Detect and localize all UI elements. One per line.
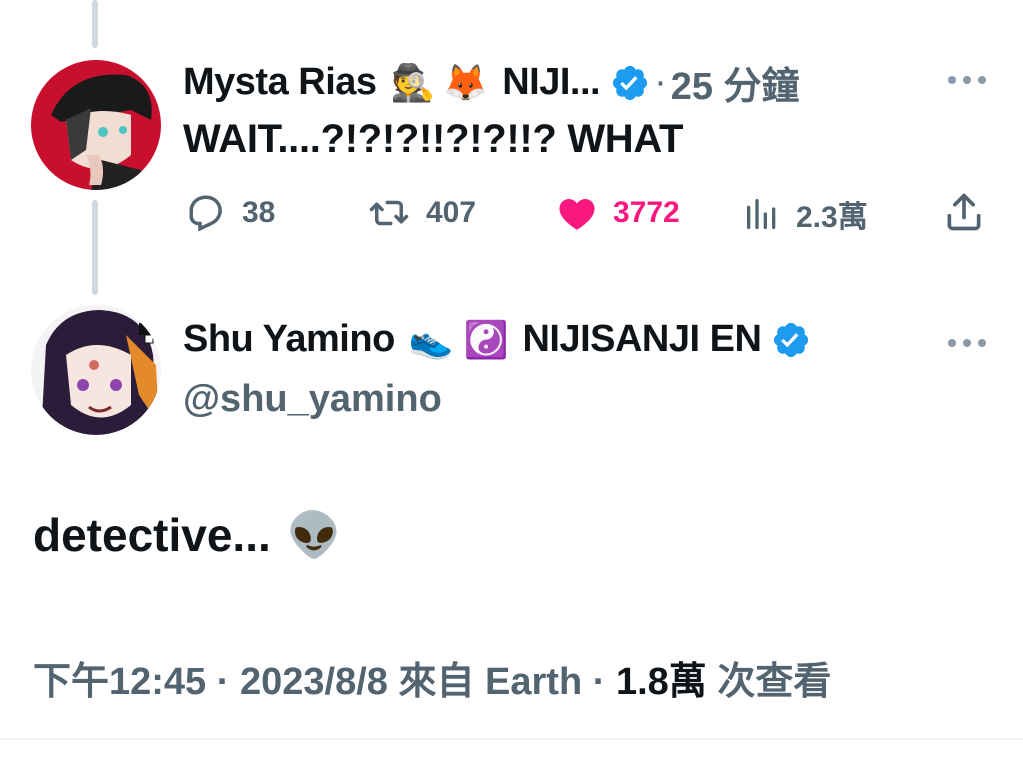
detective-emoji: 🕵️ <box>390 62 436 104</box>
views-bar-chart-icon <box>747 199 776 229</box>
verified-badge-icon <box>612 65 648 100</box>
like-count: 3772 <box>613 196 680 229</box>
tweet-views-count: 1.8萬 <box>615 661 707 703</box>
shoe-emoji: 👟 <box>408 319 454 361</box>
reply-more-icon[interactable] <box>948 76 986 84</box>
meta-dot-1: · <box>216 661 230 703</box>
tweet-time[interactable]: 下午12:45 <box>33 661 206 703</box>
tweet-meta: 下午12:45 · 2023/8/8 來自 Earth · 1.8萬 次查看 <box>33 650 831 705</box>
reply-button[interactable]: 38 <box>186 192 275 234</box>
share-button[interactable] <box>942 190 1000 234</box>
thread-line-bottom <box>92 200 98 295</box>
reply-display-name[interactable]: Mysta Rias <box>183 61 377 104</box>
views-button[interactable]: 2.3萬 <box>742 192 868 236</box>
reply-name-suffix[interactable]: NIJI... <box>502 61 600 104</box>
tweet-views-label: 次查看 <box>717 661 832 703</box>
main-display-name[interactable]: Shu Yamino <box>183 318 395 361</box>
avatar-mysta[interactable] <box>31 60 161 190</box>
tweet-date[interactable]: 2023/8/8 <box>240 661 388 703</box>
like-button[interactable]: 3772 <box>555 192 680 234</box>
heart-icon <box>559 199 595 230</box>
retweet-button[interactable]: 407 <box>366 192 476 234</box>
main-handle[interactable]: @shu_yamino <box>183 378 442 421</box>
main-more-icon[interactable] <box>948 339 986 347</box>
views-count: 2.3萬 <box>796 201 868 234</box>
reply-text: WAIT....?!?!?!!?!?!!? WHAT <box>183 117 684 161</box>
main-tweet-text-row: detective... 👽 <box>33 508 342 562</box>
share-icon <box>947 193 981 231</box>
verified-badge-icon <box>774 322 809 357</box>
fox-emoji: 🦊 <box>443 62 489 104</box>
reply-count: 38 <box>242 196 276 229</box>
avatar-shu[interactable] <box>31 305 161 435</box>
divider <box>0 738 1023 740</box>
retweet-count: 407 <box>426 196 477 229</box>
reply-header: Mysta Rias 🕵️ 🦊 NIJI... · 25 分鐘 <box>183 55 800 110</box>
tweet-source: 來自 Earth <box>398 661 583 703</box>
meta-dot-2: · <box>592 661 606 703</box>
thread-line-top <box>92 0 98 48</box>
reply-icon <box>189 195 222 232</box>
main-name-suffix[interactable]: NIJISANJI EN <box>522 318 761 361</box>
main-tweet-text: detective... <box>33 509 271 561</box>
yin-yang-emoji: ☯️ <box>463 319 509 361</box>
separator-dot: · <box>654 61 667 103</box>
retweet-icon <box>369 200 409 226</box>
reply-time[interactable]: 25 分鐘 <box>671 55 800 110</box>
alien-emoji: 👽 <box>286 510 342 561</box>
main-header: Shu Yamino 👟 ☯️ NIJISANJI EN <box>183 318 811 361</box>
